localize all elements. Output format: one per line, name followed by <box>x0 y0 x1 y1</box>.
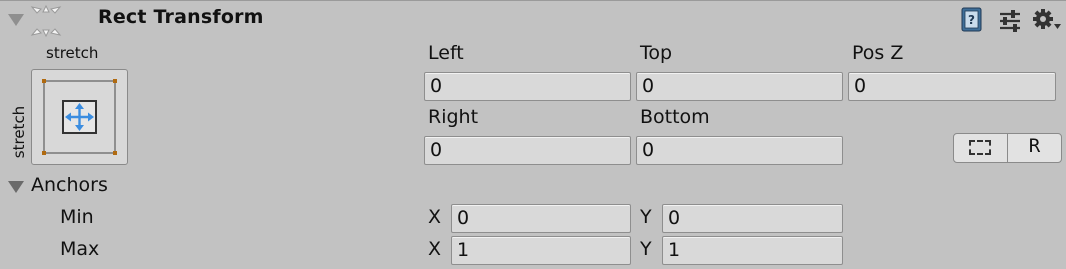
pos-z-field[interactable]: 0 <box>848 72 1056 101</box>
left-label: Left <box>428 42 464 64</box>
preset-side-label: stretch <box>10 105 28 159</box>
anchor-max-x-label[interactable]: X <box>428 238 441 260</box>
component-header[interactable]: Rect Transform ? <box>0 1 1066 39</box>
anchor-min-x-label[interactable]: X <box>428 206 441 228</box>
foldout-arrow-icon[interactable] <box>8 14 24 26</box>
anchor-max-label: Max <box>60 238 100 260</box>
blueprint-mode-button[interactable] <box>954 134 1008 162</box>
rect-transform-icon <box>30 4 62 38</box>
anchor-max-y-label[interactable]: Y <box>640 238 652 260</box>
preset-top-label: stretch <box>46 44 99 62</box>
right-field[interactable]: 0 <box>424 136 631 165</box>
anchor-preset-icon <box>42 79 117 155</box>
edit-mode-toggle-group: R <box>953 133 1062 163</box>
blueprint-mode-icon <box>969 140 991 155</box>
anchor-preset-button[interactable] <box>31 69 128 165</box>
right-label: Right <box>428 106 479 128</box>
anchor-min-y-label[interactable]: Y <box>640 206 652 228</box>
anchor-max-y-field[interactable]: 1 <box>662 236 843 265</box>
anchors-foldout-arrow-icon[interactable] <box>8 181 24 193</box>
bottom-field[interactable]: 0 <box>636 136 843 165</box>
anchor-max-x-field[interactable]: 1 <box>451 236 631 265</box>
anchor-min-label: Min <box>60 206 94 228</box>
gear-icon[interactable] <box>1032 7 1062 33</box>
anchor-min-x-field[interactable]: 0 <box>451 204 631 233</box>
top-field[interactable]: 0 <box>636 72 843 101</box>
bottom-label: Bottom <box>640 106 710 128</box>
left-field[interactable]: 0 <box>424 72 631 101</box>
raw-edit-mode-button[interactable]: R <box>1008 134 1061 162</box>
rect-transform-panel: Rect Transform ? stretch stretch Left To… <box>0 0 1066 269</box>
top-label: Top <box>640 42 673 64</box>
svg-text:?: ? <box>968 13 975 27</box>
component-title: Rect Transform <box>98 6 264 28</box>
preset-sliders-icon[interactable] <box>998 7 1022 33</box>
help-book-icon[interactable]: ? <box>960 7 984 33</box>
pos-z-label: Pos Z <box>852 42 904 64</box>
raw-edit-mode-label: R <box>1028 135 1041 157</box>
anchor-min-y-field[interactable]: 0 <box>662 204 843 233</box>
anchors-label[interactable]: Anchors <box>31 174 108 196</box>
